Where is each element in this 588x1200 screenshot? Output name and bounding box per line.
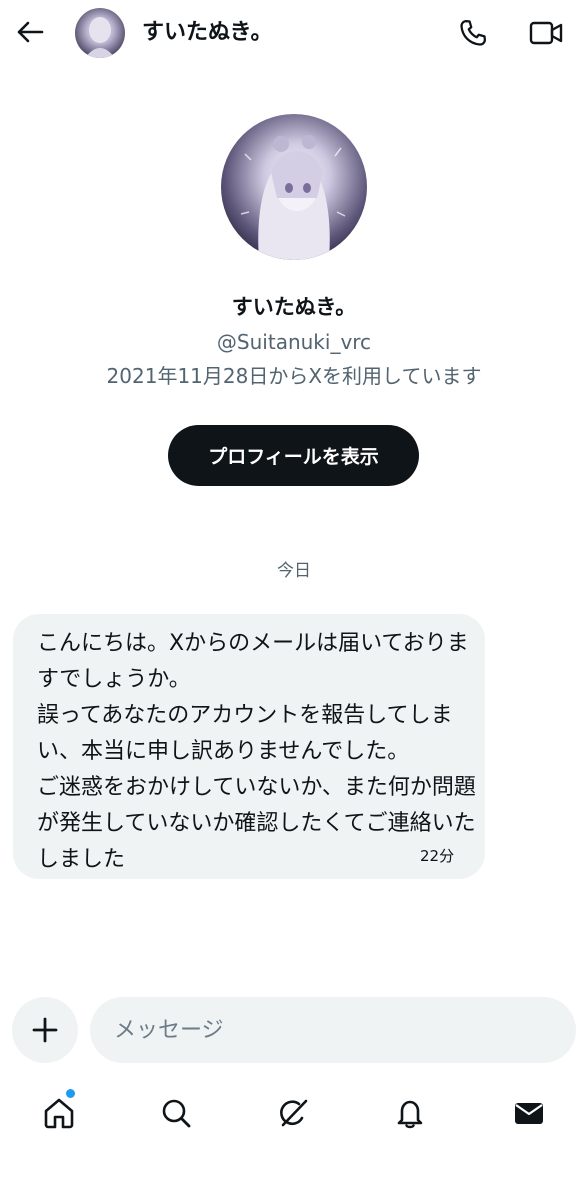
nav-search[interactable] xyxy=(153,1090,199,1136)
nav-messages[interactable] xyxy=(506,1090,552,1136)
nav-grok[interactable] xyxy=(270,1090,316,1136)
message-text: こんにちは。Xからのメールは届いておりますでしょうか。 誤ってあなたのアカウント… xyxy=(37,631,476,872)
profile-name: すいたぬき。 xyxy=(231,295,357,319)
phone-icon xyxy=(460,20,486,46)
avatar-image xyxy=(75,8,125,58)
plus-icon xyxy=(32,1017,58,1043)
messages-envelope-icon xyxy=(515,1103,543,1124)
video-call-button[interactable] xyxy=(526,14,566,52)
header-avatar[interactable] xyxy=(75,8,125,58)
add-attachment-button[interactable] xyxy=(12,997,78,1063)
date-separator: 今日 xyxy=(277,561,311,581)
home-icon xyxy=(44,1098,74,1129)
view-profile-button[interactable]: プロフィールを表示 xyxy=(168,425,419,486)
message-timestamp: 22分 xyxy=(420,847,455,865)
profile-handle: @Suitanuki_vrc xyxy=(216,330,372,354)
arrow-left-icon xyxy=(17,21,44,43)
grok-icon xyxy=(280,1099,308,1127)
avatar-image xyxy=(221,114,367,260)
profile-avatar[interactable] xyxy=(221,114,367,260)
message-input[interactable] xyxy=(90,997,576,1063)
search-icon xyxy=(162,1099,191,1128)
nav-notifications[interactable] xyxy=(387,1090,433,1136)
nav-home[interactable] xyxy=(36,1090,82,1136)
back-button[interactable] xyxy=(12,14,48,50)
notification-dot xyxy=(66,1089,75,1098)
notifications-bell-icon xyxy=(397,1100,423,1129)
profile-joined-date: 2021年11月28日からXを利用しています xyxy=(106,364,482,388)
video-camera-icon xyxy=(529,21,563,45)
header-contact-name[interactable]: すいたぬき。 xyxy=(142,18,272,48)
call-button[interactable] xyxy=(454,14,492,52)
